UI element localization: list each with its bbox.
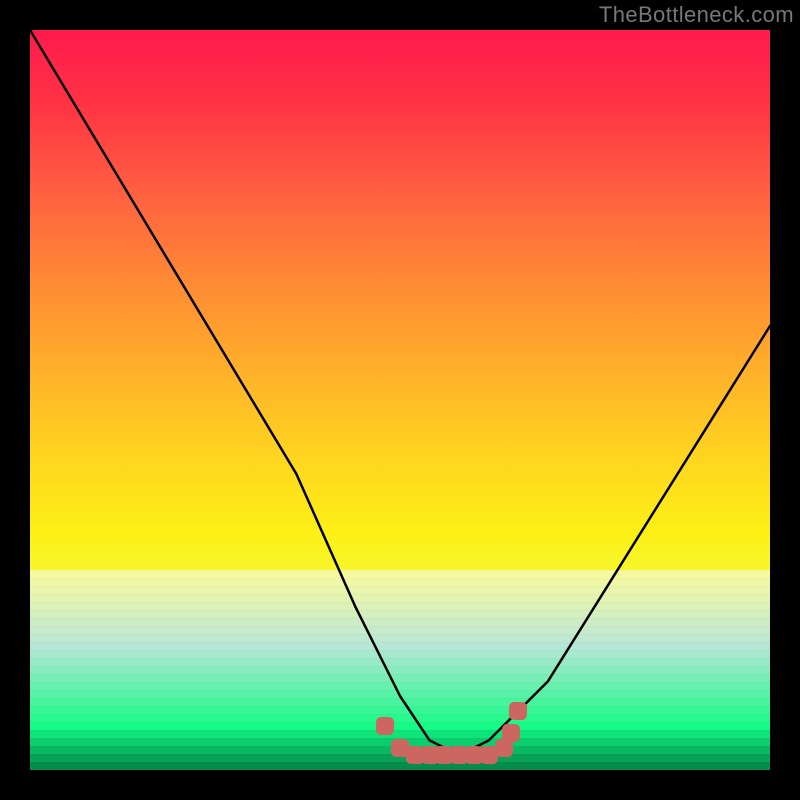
optimal-marker [376, 716, 395, 735]
watermark-text: TheBottleneck.com [599, 2, 794, 28]
optimal-region-markers [30, 30, 770, 770]
optimal-marker [502, 724, 521, 743]
chart-frame: TheBottleneck.com [0, 0, 800, 800]
optimal-marker [509, 701, 528, 720]
chart-area [30, 30, 770, 770]
